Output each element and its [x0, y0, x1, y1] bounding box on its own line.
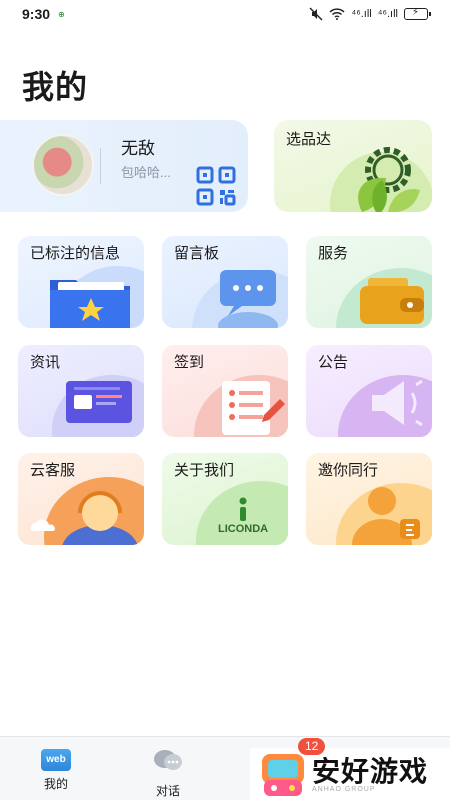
chat-icon — [154, 750, 182, 770]
chat-bubble-icon — [218, 270, 278, 328]
web-icon: web — [41, 749, 71, 771]
card-label: 服务 — [318, 245, 349, 262]
gear-leaf-icon — [330, 147, 432, 212]
watermark: 安好游戏 ANHAO GROUP — [250, 748, 450, 800]
card-announcement[interactable]: 公告 — [306, 345, 432, 437]
card-label: 签到 — [174, 354, 205, 371]
page-title: 我的 — [22, 69, 89, 105]
card-label: 公告 — [318, 354, 349, 371]
card-label: 邀你同行 — [318, 462, 379, 479]
divider — [100, 148, 101, 184]
status-time: 9:30 — [22, 6, 51, 22]
watermark-subtext: ANHAO GROUP — [312, 786, 376, 793]
card-checkin[interactable]: 签到 — [162, 345, 288, 437]
card-label: 资讯 — [30, 354, 61, 371]
agent-icon — [62, 491, 138, 545]
avatar[interactable] — [32, 134, 94, 196]
watermark-text: 安好游戏 — [312, 756, 429, 787]
person-icon — [352, 487, 420, 545]
news-card-icon — [66, 381, 132, 423]
nav-label: 我的 — [43, 777, 68, 791]
gamepad-logo-icon — [262, 754, 304, 796]
card-about-us[interactable]: 关于我们 LICONDA — [162, 453, 288, 545]
card-label: 云客服 — [30, 462, 76, 479]
card-label: 关于我们 — [174, 462, 235, 479]
nav-item-mine[interactable]: web 我的 — [26, 745, 86, 792]
signal-icon-2: ⁴⁶.ıll — [377, 8, 398, 20]
wifi-icon — [329, 8, 345, 20]
nav-item-chat[interactable]: 对话 — [138, 745, 198, 799]
card-service[interactable]: 服务 — [306, 236, 432, 328]
folder-star-icon — [50, 280, 130, 328]
profile-name: 无敌 — [121, 139, 155, 158]
unread-badge: 12 — [298, 738, 326, 755]
nav-label: 对话 — [155, 784, 180, 798]
info-icon — [239, 497, 247, 521]
status-bar: 9:30 ⊕ ⁴⁶.ıll ⁴⁶.ıll ⚡ — [0, 0, 450, 28]
card-product-picker[interactable]: 选品达 — [274, 120, 432, 212]
wallet-icon — [360, 278, 424, 324]
battery-icon: ⚡ — [404, 7, 431, 20]
status-icons: ⁴⁶.ıll ⁴⁶.ıll ⚡ — [309, 7, 431, 21]
card-invite[interactable]: 邀你同行 — [306, 453, 432, 545]
speaker-icon — [372, 379, 423, 427]
card-label: 选品达 — [286, 131, 332, 148]
card-customer-service[interactable]: 云客服 — [18, 453, 144, 545]
qr-code-icon[interactable] — [196, 166, 236, 206]
card-message-board[interactable]: 留言板 — [162, 236, 288, 328]
card-label: 已标注的信息 — [30, 245, 121, 262]
checklist-icon — [222, 381, 285, 435]
signal-icon: ⁴⁶.ıll — [351, 8, 372, 20]
card-marked-info[interactable]: 已标注的信息 — [18, 236, 144, 328]
cloud-icon — [31, 519, 55, 531]
card-label: 留言板 — [174, 245, 220, 262]
company-logo-text: LICONDA — [218, 523, 269, 535]
card-news[interactable]: 资讯 — [18, 345, 144, 437]
profile-subtitle: 包哈哈... — [121, 165, 171, 180]
mute-icon — [309, 7, 323, 21]
notification-icon: ⊕ — [58, 9, 65, 19]
